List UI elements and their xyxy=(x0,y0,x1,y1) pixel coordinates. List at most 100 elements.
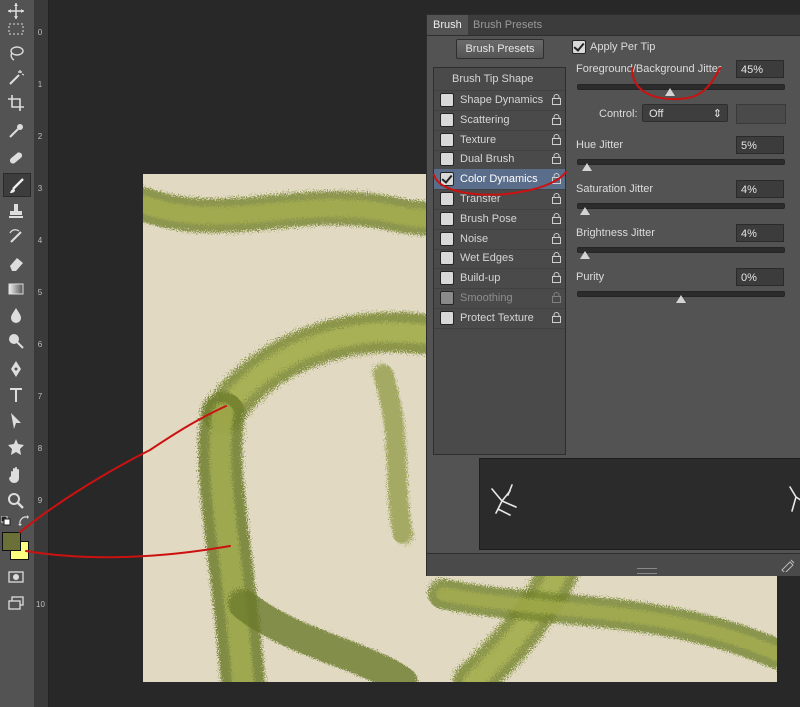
brush-options-list: Brush Tip Shape Shape Dynamics Scattering… xyxy=(433,67,566,455)
list-item-checkbox[interactable] xyxy=(440,112,454,127)
eyedropper-icon[interactable] xyxy=(3,120,29,142)
list-item-checkbox[interactable] xyxy=(440,132,454,147)
list-item-checkbox[interactable] xyxy=(440,291,454,305)
lock-icon[interactable] xyxy=(552,153,561,165)
panel-footer xyxy=(427,553,800,576)
list-item-wet-edges[interactable]: Wet Edges xyxy=(434,248,565,270)
list-item-brush-tip-shape[interactable]: Brush Tip Shape xyxy=(434,68,565,91)
brightness-jitter-label: Brightness Jitter xyxy=(576,227,655,239)
history-brush-icon[interactable] xyxy=(3,226,29,248)
resize-grip-icon[interactable] xyxy=(637,568,657,574)
fg-bg-jitter-slider[interactable] xyxy=(577,84,785,90)
lock-icon[interactable] xyxy=(552,292,561,303)
stamp-icon[interactable] xyxy=(3,200,29,222)
ruler-label: 4 xyxy=(37,236,43,245)
foreground-color-swatch[interactable] xyxy=(2,532,21,551)
panel-tabbar: Brush Brush Presets xyxy=(427,15,800,36)
saturation-jitter-slider[interactable] xyxy=(577,203,785,209)
ruler-label: 10 xyxy=(36,600,45,609)
marquee-icon[interactable] xyxy=(3,18,29,40)
lock-icon[interactable] xyxy=(552,193,561,204)
path-select-icon[interactable] xyxy=(3,410,29,432)
hue-jitter-knob[interactable] xyxy=(582,163,592,171)
tab-brush-presets[interactable]: Brush Presets xyxy=(467,15,548,35)
list-item-noise[interactable]: Noise xyxy=(434,229,565,250)
list-item-label: Scattering xyxy=(460,113,510,126)
shape-icon[interactable] xyxy=(3,436,29,458)
healing-icon[interactable] xyxy=(3,147,29,169)
eraser-icon[interactable] xyxy=(3,252,29,274)
screen-mode-icon[interactable] xyxy=(3,592,29,614)
list-item-scattering[interactable]: Scattering xyxy=(434,110,565,131)
fg-bg-jitter-value[interactable]: 45% xyxy=(736,60,784,78)
brush-tip-preview-icon xyxy=(491,484,800,516)
default-colors-icon[interactable] xyxy=(0,515,11,526)
purity-knob[interactable] xyxy=(676,295,686,303)
control-select[interactable]: Off ⇕ xyxy=(642,104,728,122)
list-item-transfer[interactable]: Transfer xyxy=(434,189,565,210)
list-item-checkbox[interactable] xyxy=(440,93,454,107)
lock-icon[interactable] xyxy=(552,173,561,185)
list-item-brush-pose[interactable]: Brush Pose xyxy=(434,209,565,230)
saturation-jitter-value[interactable]: 4% xyxy=(736,180,784,198)
control-select-value: Off xyxy=(649,108,664,120)
list-item-protect-texture[interactable]: Protect Texture xyxy=(434,308,565,329)
lock-icon[interactable] xyxy=(552,113,561,125)
ruler-label: 3 xyxy=(37,184,43,193)
lock-icon[interactable] xyxy=(552,252,561,264)
list-item-color-dynamics[interactable]: Color Dynamics xyxy=(434,169,565,191)
gradient-icon[interactable] xyxy=(3,278,29,300)
list-item-checkbox[interactable] xyxy=(440,192,454,206)
quick-mask-icon[interactable] xyxy=(3,566,29,588)
list-item-build-up[interactable]: Build-up xyxy=(434,268,565,290)
list-item-checkbox[interactable] xyxy=(440,172,454,187)
brush-presets-button[interactable]: Brush Presets xyxy=(456,39,544,59)
zoom-icon[interactable] xyxy=(3,490,29,512)
list-item-checkbox[interactable] xyxy=(440,310,454,325)
hand-icon[interactable] xyxy=(3,464,29,486)
lock-icon[interactable] xyxy=(552,232,561,244)
pen-icon[interactable] xyxy=(3,358,29,380)
list-item-checkbox[interactable] xyxy=(440,211,454,226)
magic-wand-icon[interactable] xyxy=(3,66,29,88)
brightness-jitter-slider[interactable] xyxy=(577,247,785,253)
lock-icon[interactable] xyxy=(552,272,561,284)
list-item-label: Smoothing xyxy=(460,292,513,304)
ruler-label: 2 xyxy=(37,132,43,141)
purity-value[interactable]: 0% xyxy=(736,268,784,286)
list-item-checkbox[interactable] xyxy=(440,271,454,286)
create-new-brush-icon[interactable] xyxy=(780,558,796,574)
list-item-dual-brush[interactable]: Dual Brush xyxy=(434,149,565,171)
brush-icon[interactable] xyxy=(3,173,31,197)
type-icon[interactable] xyxy=(3,384,29,406)
list-item-shape-dynamics[interactable]: Shape Dynamics xyxy=(434,90,565,111)
dodge-icon[interactable] xyxy=(3,330,29,352)
brightness-jitter-value[interactable]: 4% xyxy=(736,224,784,242)
list-item-checkbox[interactable] xyxy=(440,251,454,266)
blur-icon[interactable] xyxy=(3,304,29,326)
swap-colors-icon[interactable] xyxy=(18,515,30,527)
lock-icon[interactable] xyxy=(552,212,561,224)
control-disabled-field xyxy=(736,104,786,124)
list-item-checkbox[interactable] xyxy=(440,152,454,167)
lasso-icon[interactable] xyxy=(3,42,29,64)
list-item-label: Transfer xyxy=(460,193,501,205)
hue-jitter-value[interactable]: 5% xyxy=(736,136,784,154)
brightness-jitter-knob[interactable] xyxy=(580,251,590,259)
crop-icon[interactable] xyxy=(3,92,29,114)
lock-icon[interactable] xyxy=(552,311,561,323)
list-item-smoothing[interactable]: Smoothing xyxy=(434,288,565,309)
list-item-checkbox[interactable] xyxy=(440,231,454,246)
tools-panel xyxy=(0,0,35,707)
saturation-jitter-knob[interactable] xyxy=(580,207,590,215)
lock-icon[interactable] xyxy=(552,94,561,105)
list-item-texture[interactable]: Texture xyxy=(434,130,565,151)
hue-jitter-slider[interactable] xyxy=(577,159,785,165)
hue-jitter-label: Hue Jitter xyxy=(576,139,624,151)
apply-per-tip-checkbox[interactable] xyxy=(572,40,586,54)
ruler-label: 8 xyxy=(37,444,43,453)
fg-bg-jitter-knob[interactable] xyxy=(665,88,675,96)
brush-panel: Brush Brush Presets Brush Presets Apply … xyxy=(426,14,800,576)
tab-brush[interactable]: Brush xyxy=(427,15,468,35)
lock-icon[interactable] xyxy=(552,133,561,145)
